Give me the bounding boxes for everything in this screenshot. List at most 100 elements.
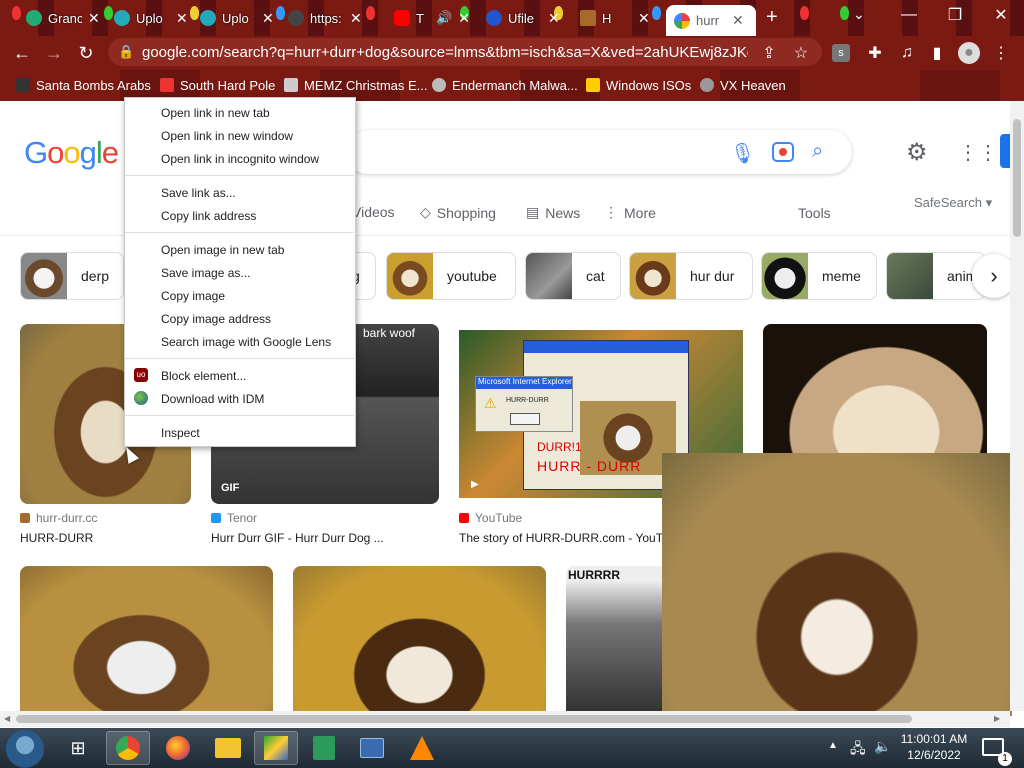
scroll-thumb[interactable]: [1013, 119, 1021, 237]
menu-copy-image[interactable]: Copy image: [161, 289, 225, 303]
lock-icon[interactable]: 🔒: [118, 44, 134, 60]
minimize-button[interactable]: —: [886, 0, 932, 30]
bookmark-1[interactable]: Santa Bombs Arabs: [16, 76, 151, 94]
menu-open-link-new-tab[interactable]: Open link in new tab: [161, 106, 270, 120]
system-clock[interactable]: 11:00:01 AM 12/6/2022: [895, 731, 973, 763]
horizontal-scrollbar[interactable]: ◀ ▶: [0, 711, 1010, 727]
network-icon[interactable]: 🖧: [850, 738, 866, 762]
result-image-5[interactable]: [20, 566, 273, 711]
bookmark-3[interactable]: MEMZ Christmas E...: [284, 76, 428, 94]
action-center-icon[interactable]: 1: [982, 738, 1012, 766]
microphone-icon[interactable]: 🎙: [730, 141, 755, 166]
bookmark-4[interactable]: Endermanch Malwa...: [432, 76, 578, 94]
close-window-button[interactable]: ✕: [978, 0, 1024, 30]
share-icon[interactable]: ⇪: [758, 42, 780, 64]
close-icon[interactable]: ✕: [262, 10, 274, 27]
explorer-taskbar-button[interactable]: [206, 731, 250, 765]
result-title-2[interactable]: Hurr Durr GIF - Hurr Durr Dog ...: [211, 531, 439, 545]
close-icon[interactable]: ✕: [350, 10, 362, 27]
bookmark-6[interactable]: VX Heaven: [700, 76, 786, 94]
menu-block-element[interactable]: Block element...: [161, 369, 246, 383]
app-taskbar-button-1[interactable]: [254, 731, 298, 765]
menu-save-link-as[interactable]: Save link as...: [161, 186, 236, 200]
tab-shopping[interactable]: ◇ Shopping: [420, 204, 496, 221]
menu-open-link-new-window[interactable]: Open link in new window: [161, 129, 293, 143]
menu-save-image-as[interactable]: Save image as...: [161, 266, 250, 280]
scroll-left-arrow-icon[interactable]: ◀: [4, 714, 10, 723]
tab-4[interactable]: https: ✕: [280, 4, 376, 32]
menu-copy-image-address[interactable]: Copy image address: [161, 312, 271, 326]
menu-open-image-new-tab[interactable]: Open image in new tab: [161, 243, 284, 257]
menu-kebab-icon[interactable]: ⋮: [990, 42, 1012, 64]
tab-news[interactable]: ▤ News: [526, 204, 580, 221]
hscroll-thumb[interactable]: [16, 715, 912, 723]
chip-youtube[interactable]: youtube: [386, 252, 516, 300]
tab-3[interactable]: Uplo ✕: [192, 4, 276, 32]
sign-in-button[interactable]: [1000, 134, 1010, 168]
close-icon[interactable]: ✕: [732, 12, 744, 29]
result-title-1[interactable]: HURR-DURR: [20, 531, 190, 545]
tab-8-active[interactable]: hurr ✕: [666, 5, 756, 36]
apps-grid-icon[interactable]: ⋮⋮: [958, 140, 998, 165]
tab-videos[interactable]: Videos: [352, 204, 395, 220]
close-icon[interactable]: ✕: [88, 10, 100, 27]
tab-more[interactable]: ⋮ More: [604, 204, 656, 221]
profile-avatar-icon[interactable]: ●: [958, 42, 980, 64]
gear-icon[interactable]: ⚙: [906, 138, 928, 167]
extension-s-icon[interactable]: s: [832, 44, 850, 62]
tab-search-chevron-icon[interactable]: ⌄: [853, 6, 865, 23]
bookmark-star-icon[interactable]: ☆: [790, 42, 812, 64]
close-icon[interactable]: ✕: [458, 10, 470, 27]
chip-cat[interactable]: cat: [525, 252, 621, 300]
menu-search-google-lens[interactable]: Search image with Google Lens: [161, 335, 331, 349]
menu-open-link-incognito[interactable]: Open link in incognito window: [161, 152, 319, 166]
bookmark-2[interactable]: South Hard Pole: [160, 76, 275, 94]
result-title-3[interactable]: The story of HURR-DURR.com - YouT: [459, 531, 662, 545]
show-hidden-icons-icon[interactable]: ▲: [828, 740, 838, 751]
chrome-taskbar-button[interactable]: [106, 731, 150, 765]
result-image-6[interactable]: [293, 566, 546, 711]
app-taskbar-button-3[interactable]: [350, 731, 394, 765]
close-icon[interactable]: ✕: [638, 10, 650, 27]
menu-download-idm[interactable]: Download with IDM: [161, 392, 264, 406]
tab-5[interactable]: T 🔊 ✕: [386, 4, 474, 32]
speaker-icon[interactable]: 🔊: [436, 10, 452, 26]
media-control-icon[interactable]: ♫: [896, 42, 918, 64]
result-source-1[interactable]: hurr-durr.cc: [20, 511, 97, 525]
tab-1[interactable]: Granc ✕: [18, 4, 102, 32]
menu-inspect[interactable]: Inspect: [161, 426, 200, 440]
app-taskbar-button-2[interactable]: [302, 731, 346, 765]
chip-hur-dur[interactable]: hur dur: [629, 252, 753, 300]
volume-icon[interactable]: 🔈: [874, 738, 891, 755]
firefox-taskbar-button[interactable]: [156, 731, 200, 765]
chip-meme[interactable]: meme: [761, 252, 877, 300]
tools-button[interactable]: Tools: [798, 205, 831, 221]
vlc-taskbar-button[interactable]: [400, 731, 444, 765]
side-panel-icon[interactable]: ▮: [926, 42, 948, 64]
result-image-7[interactable]: HURRRR: [566, 566, 662, 711]
close-icon[interactable]: ✕: [548, 10, 560, 27]
camera-lens-icon[interactable]: [772, 142, 794, 162]
result-source-3[interactable]: YouTube: [459, 511, 522, 525]
tab-2[interactable]: Uplo ✕: [106, 4, 190, 32]
url-text[interactable]: google.com/search?q=hurr+durr+dog&source…: [142, 44, 748, 61]
result-source-2[interactable]: Tenor: [211, 511, 257, 525]
back-button[interactable]: ←: [10, 42, 34, 64]
reload-button[interactable]: ↻: [74, 42, 98, 64]
menu-copy-link-address[interactable]: Copy link address: [161, 209, 256, 223]
chip-derp[interactable]: derp: [20, 252, 124, 300]
hover-preview-image[interactable]: [662, 453, 1012, 716]
safesearch-dropdown[interactable]: SafeSearch ▾: [914, 195, 992, 211]
extensions-puzzle-icon[interactable]: ✚: [864, 42, 886, 64]
scroll-right-arrow-icon[interactable]: ▶: [994, 714, 1000, 723]
bookmark-5[interactable]: Windows ISOs: [586, 76, 691, 94]
search-icon[interactable]: ⌕: [812, 140, 823, 163]
task-view-icon[interactable]: ⊞: [56, 731, 100, 765]
chip-anim[interactable]: anim: [886, 252, 986, 300]
forward-button[interactable]: →: [42, 42, 66, 64]
tab-7[interactable]: H ✕: [572, 4, 662, 32]
new-tab-button[interactable]: +: [766, 6, 778, 29]
restore-button[interactable]: ❐: [932, 0, 978, 30]
start-button[interactable]: [6, 730, 44, 768]
vertical-scrollbar[interactable]: [1010, 101, 1024, 711]
